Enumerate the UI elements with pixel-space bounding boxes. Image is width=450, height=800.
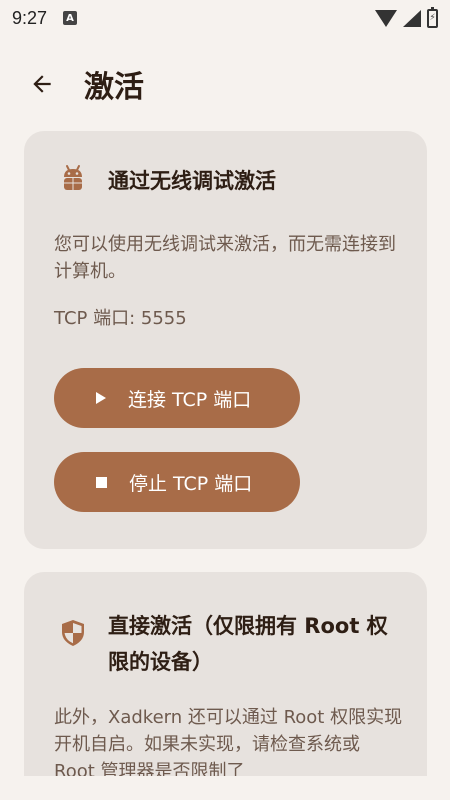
back-button[interactable] xyxy=(18,60,66,108)
arrow-back-icon xyxy=(33,75,51,93)
play-icon xyxy=(96,392,106,404)
signal-icon xyxy=(403,9,421,27)
stop-tcp-port-button[interactable]: 停止 TCP 端口 xyxy=(54,452,300,512)
button-label: 连接 TCP 端口 xyxy=(128,388,252,411)
button-label: 停止 TCP 端口 xyxy=(129,472,253,495)
wireless-debugging-card: 通过无线调试激活 您可以使用无线调试来激活，而无需连接到计算机。 TCP 端口:… xyxy=(24,131,427,549)
page-title: 激活 xyxy=(84,70,144,105)
navigation-bar xyxy=(0,776,450,800)
card-header: 直接激活（仅限拥有 Root 权限的设备） xyxy=(58,608,408,680)
app-bar: 激活 xyxy=(0,56,450,112)
notification-icon: A xyxy=(63,11,78,25)
card-title: 通过无线调试激活 xyxy=(108,169,276,193)
shield-icon xyxy=(62,620,84,646)
tcp-port-text: TCP 端口: 5555 xyxy=(54,308,187,329)
card-title: 直接激活（仅限拥有 Root 权限的设备） xyxy=(108,614,388,674)
status-bar: 9:27 A ⚡ xyxy=(0,0,450,36)
battery-icon: ⚡ xyxy=(427,6,438,28)
status-indicators: ⚡ xyxy=(375,6,438,28)
android-icon xyxy=(64,165,82,190)
card-description: 您可以使用无线调试来激活，而无需连接到计算机。 xyxy=(54,234,396,282)
stop-icon xyxy=(96,476,107,488)
card-header: 通过无线调试激活 xyxy=(58,163,408,199)
connect-tcp-port-button[interactable]: 连接 TCP 端口 xyxy=(54,368,300,428)
wifi-icon xyxy=(375,9,397,27)
root-activation-card: 直接激活（仅限拥有 Root 权限的设备） 此外，Xadkern 还可以通过 R… xyxy=(24,572,427,800)
status-time: 9:27 xyxy=(12,7,48,28)
card-description: 此外，Xadkern 还可以通过 Root 权限实现开机自启。如果未实现，请检查… xyxy=(54,707,403,782)
